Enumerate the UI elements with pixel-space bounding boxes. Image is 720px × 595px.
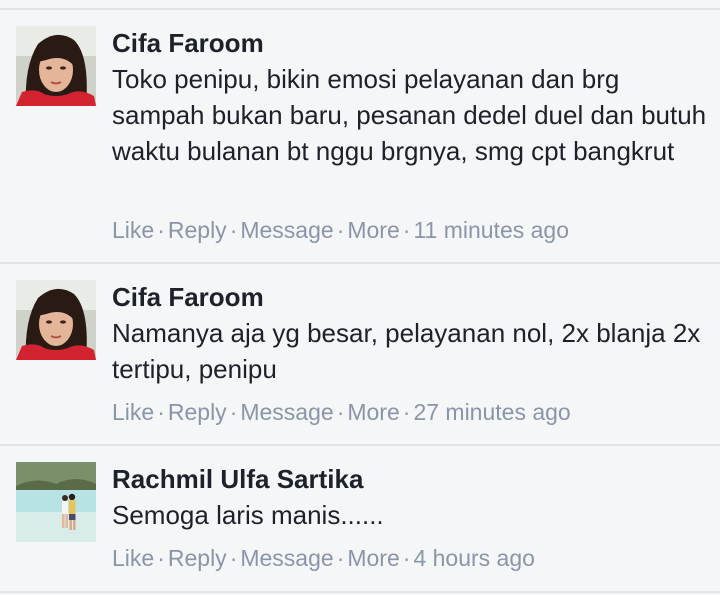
timestamp[interactable]: 27 minutes ago — [413, 399, 570, 425]
comment-text: Namanya aja yg besar, pelayanan nol, 2x … — [112, 318, 701, 384]
more-link[interactable]: More — [347, 545, 399, 571]
message-link[interactable]: Message — [240, 399, 333, 425]
comment-author[interactable]: Cifa Faroom — [112, 282, 264, 312]
separator: · — [336, 545, 345, 571]
woman-portrait-icon — [16, 280, 96, 360]
separator: · — [229, 399, 238, 425]
separator: · — [229, 545, 238, 571]
separator: · — [157, 545, 165, 571]
separator: · — [402, 217, 411, 243]
separator: · — [157, 399, 165, 425]
comment-item: Cifa Faroom Toko penipu, bikin emosi pel… — [0, 0, 720, 264]
message-link[interactable]: Message — [240, 217, 333, 243]
timestamp[interactable]: 11 minutes ago — [413, 217, 569, 243]
like-link[interactable]: Like — [112, 399, 154, 425]
separator: · — [336, 399, 345, 425]
comment-divider — [0, 591, 720, 593]
more-link[interactable]: More — [347, 217, 399, 243]
separator: · — [229, 217, 238, 243]
separator: · — [402, 399, 411, 425]
message-link[interactable]: Message — [240, 545, 333, 571]
comment-item: Cifa Faroom Namanya aja yg besar, pelaya… — [0, 264, 720, 444]
comment-author[interactable]: Rachmil Ulfa Sartika — [112, 464, 363, 494]
couple-beach-icon — [16, 462, 96, 542]
separator: · — [336, 217, 345, 243]
timestamp[interactable]: 4 hours ago — [413, 545, 534, 571]
avatar[interactable] — [16, 280, 96, 360]
like-link[interactable]: Like — [112, 217, 154, 243]
comment-author[interactable]: Cifa Faroom — [112, 28, 264, 58]
comment-item: Rachmil Ulfa Sartika Semoga laris manis.… — [0, 446, 720, 592]
comment-actions: Like · Reply · Message · More · 27 minutes ago — [112, 398, 571, 426]
comment-text: Toko penipu, bikin emosi pelayanan dan b… — [112, 64, 707, 166]
comment-text: Semoga laris manis...... — [112, 500, 384, 530]
comment-actions: Like · Reply · Message · More · 4 hours ago — [112, 544, 535, 572]
avatar[interactable] — [16, 462, 96, 542]
reply-link[interactable]: Reply — [168, 399, 227, 425]
woman-portrait-icon — [16, 26, 96, 106]
like-link[interactable]: Like — [112, 545, 154, 571]
reply-link[interactable]: Reply — [168, 217, 227, 243]
separator: · — [157, 217, 165, 243]
avatar[interactable] — [16, 26, 96, 106]
comment-actions: Like · Reply · Message · More · 11 minutes ago — [112, 216, 569, 244]
reply-link[interactable]: Reply — [168, 545, 227, 571]
more-link[interactable]: More — [347, 399, 399, 425]
separator: · — [402, 545, 411, 571]
